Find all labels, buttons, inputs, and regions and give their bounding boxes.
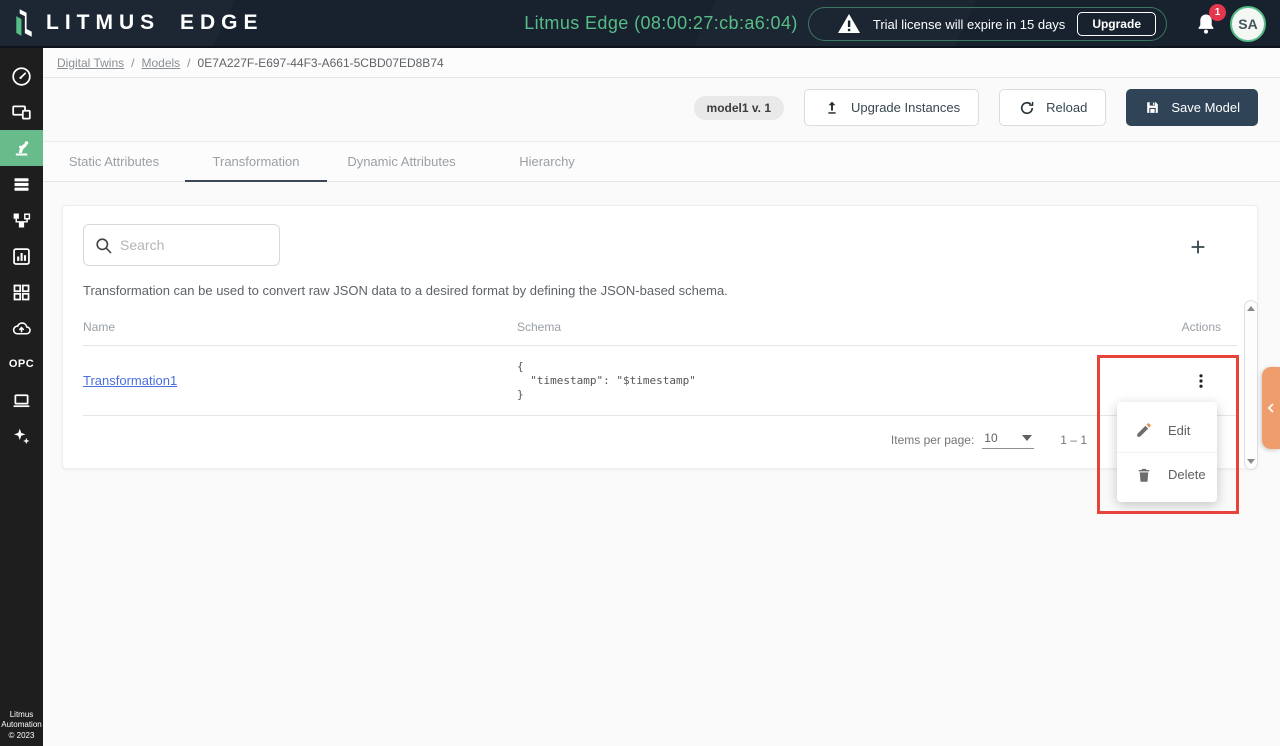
column-name: Name <box>83 319 116 334</box>
transformation-description: Transformation can be used to convert ra… <box>83 283 728 298</box>
tab-static-attributes[interactable]: Static Attributes <box>43 142 185 181</box>
breadcrumb-model-id: 0E7A227F-E697-44F3-A661-5CBD07ED8B74 <box>197 55 444 70</box>
chevron-left-icon <box>1264 401 1278 415</box>
transformation-panel: Transformation can be used to convert ra… <box>62 205 1258 469</box>
cloud-upload-icon <box>11 318 32 339</box>
transformation-link[interactable]: Transformation1 <box>83 373 177 388</box>
table-scrollbar[interactable] <box>1244 300 1258 470</box>
robot-arm-icon <box>11 138 32 159</box>
tab-hierarchy[interactable]: Hierarchy <box>476 142 618 181</box>
license-warning-text: Trial license will expire in 15 days <box>872 16 1066 32</box>
save-model-button[interactable]: Save Model <box>1126 89 1258 126</box>
logo-text: LITMUS EDGE <box>46 11 264 34</box>
app-header: LITMUS EDGE Litmus Edge (08:00:27:cb:a6:… <box>0 0 1280 48</box>
sidebar-item-digital-twins[interactable] <box>0 130 43 166</box>
upload-icon <box>823 99 841 117</box>
floppy-save-icon <box>1144 99 1161 116</box>
sparkles-icon <box>11 426 32 447</box>
sidebar-item-system[interactable] <box>0 382 43 418</box>
model-version-chip: model1 v. 1 <box>693 95 785 120</box>
bar-chart-icon <box>11 246 32 267</box>
avatar[interactable]: SA <box>1230 6 1266 42</box>
model-tabs: Static Attributes Transformation Dynamic… <box>43 141 1280 182</box>
expand-panel-tab[interactable] <box>1262 367 1280 449</box>
breadcrumb-models[interactable]: Models <box>141 56 180 70</box>
sidebar-item-devices[interactable] <box>0 94 43 130</box>
notification-badge: 1 <box>1209 4 1226 21</box>
sidebar-item-cloud[interactable] <box>0 310 43 346</box>
trash-icon <box>1135 466 1153 484</box>
scroll-up-icon[interactable] <box>1247 306 1255 311</box>
reload-button[interactable]: Reload <box>999 89 1107 126</box>
sidebar-item-dashboard[interactable] <box>0 58 43 94</box>
breadcrumb-digital-twins[interactable]: Digital Twins <box>57 56 124 70</box>
menu-item-delete[interactable]: Delete <box>1117 452 1217 496</box>
search-input[interactable] <box>120 237 250 253</box>
refresh-icon <box>1018 99 1036 117</box>
grid-icon <box>11 282 32 303</box>
opc-label: OPC <box>8 358 35 370</box>
pencil-icon <box>1135 421 1153 439</box>
tree-icon <box>11 210 32 231</box>
list-icon <box>11 174 32 195</box>
scroll-down-icon[interactable] <box>1247 459 1255 464</box>
breadcrumb-separator: / <box>187 55 191 70</box>
table-header: Name Schema Actions <box>83 308 1237 346</box>
row-actions-kebab-button[interactable] <box>1189 369 1213 393</box>
devices-icon <box>11 102 32 123</box>
page-title: Litmus Edge (08:00:27:cb:a6:04) <box>524 12 798 33</box>
tab-transformation[interactable]: Transformation <box>185 142 327 182</box>
menu-item-edit[interactable]: Edit <box>1117 408 1217 452</box>
sidebar-item-integration[interactable] <box>0 202 43 238</box>
sidebar-item-analytics[interactable] <box>0 238 43 274</box>
notifications-button[interactable]: 1 <box>1194 4 1226 36</box>
tab-dynamic-attributes[interactable]: Dynamic Attributes <box>327 142 476 181</box>
sidebar-item-ai[interactable] <box>0 418 43 454</box>
schema-value: { "timestamp": "$timestamp" } <box>517 359 696 401</box>
search-icon <box>94 236 113 255</box>
column-actions: Actions <box>1181 319 1221 334</box>
add-transformation-button[interactable] <box>1187 236 1209 258</box>
litmus-logo-icon <box>12 7 36 39</box>
sidebar-item-opc[interactable]: OPC <box>0 346 43 382</box>
sidebar-footer: Litmus Automation © 2023 <box>1 709 42 741</box>
column-schema: Schema <box>517 319 562 334</box>
sidebar-item-flows[interactable] <box>0 166 43 202</box>
pagination-bar: Items per page: 10 1 – 1 <box>83 416 1237 464</box>
items-per-page-label: Items per page: <box>890 433 975 447</box>
warning-icon <box>837 13 861 35</box>
gauge-icon <box>11 66 32 87</box>
page-range: 1 – 1 <box>1060 433 1087 447</box>
model-toolbar: model1 v. 1 Upgrade Instances Reload Sav… <box>693 89 1258 126</box>
row-actions-menu: Edit Delete <box>1117 402 1217 502</box>
upgrade-button[interactable]: Upgrade <box>1077 12 1156 36</box>
table-row: Transformation1 { "timestamp": "$timesta… <box>83 346 1237 416</box>
chevron-down-icon <box>1022 435 1033 441</box>
search-box[interactable] <box>83 224 280 266</box>
breadcrumb: Digital Twins / Models / 0E7A227F-E697-4… <box>43 48 1280 78</box>
plus-icon <box>1187 236 1209 258</box>
left-nav-sidebar: OPC Litmus Automation © 2023 <box>0 48 43 746</box>
breadcrumb-separator: / <box>131 55 135 70</box>
license-banner: Trial license will expire in 15 days Upg… <box>807 7 1167 41</box>
upgrade-instances-button[interactable]: Upgrade Instances <box>804 89 980 126</box>
items-per-page-select[interactable]: 10 <box>982 431 1035 449</box>
kebab-icon <box>1189 369 1213 393</box>
laptop-icon <box>11 390 32 411</box>
app-logo: LITMUS EDGE <box>0 7 264 39</box>
sidebar-item-marketplace[interactable] <box>0 274 43 310</box>
